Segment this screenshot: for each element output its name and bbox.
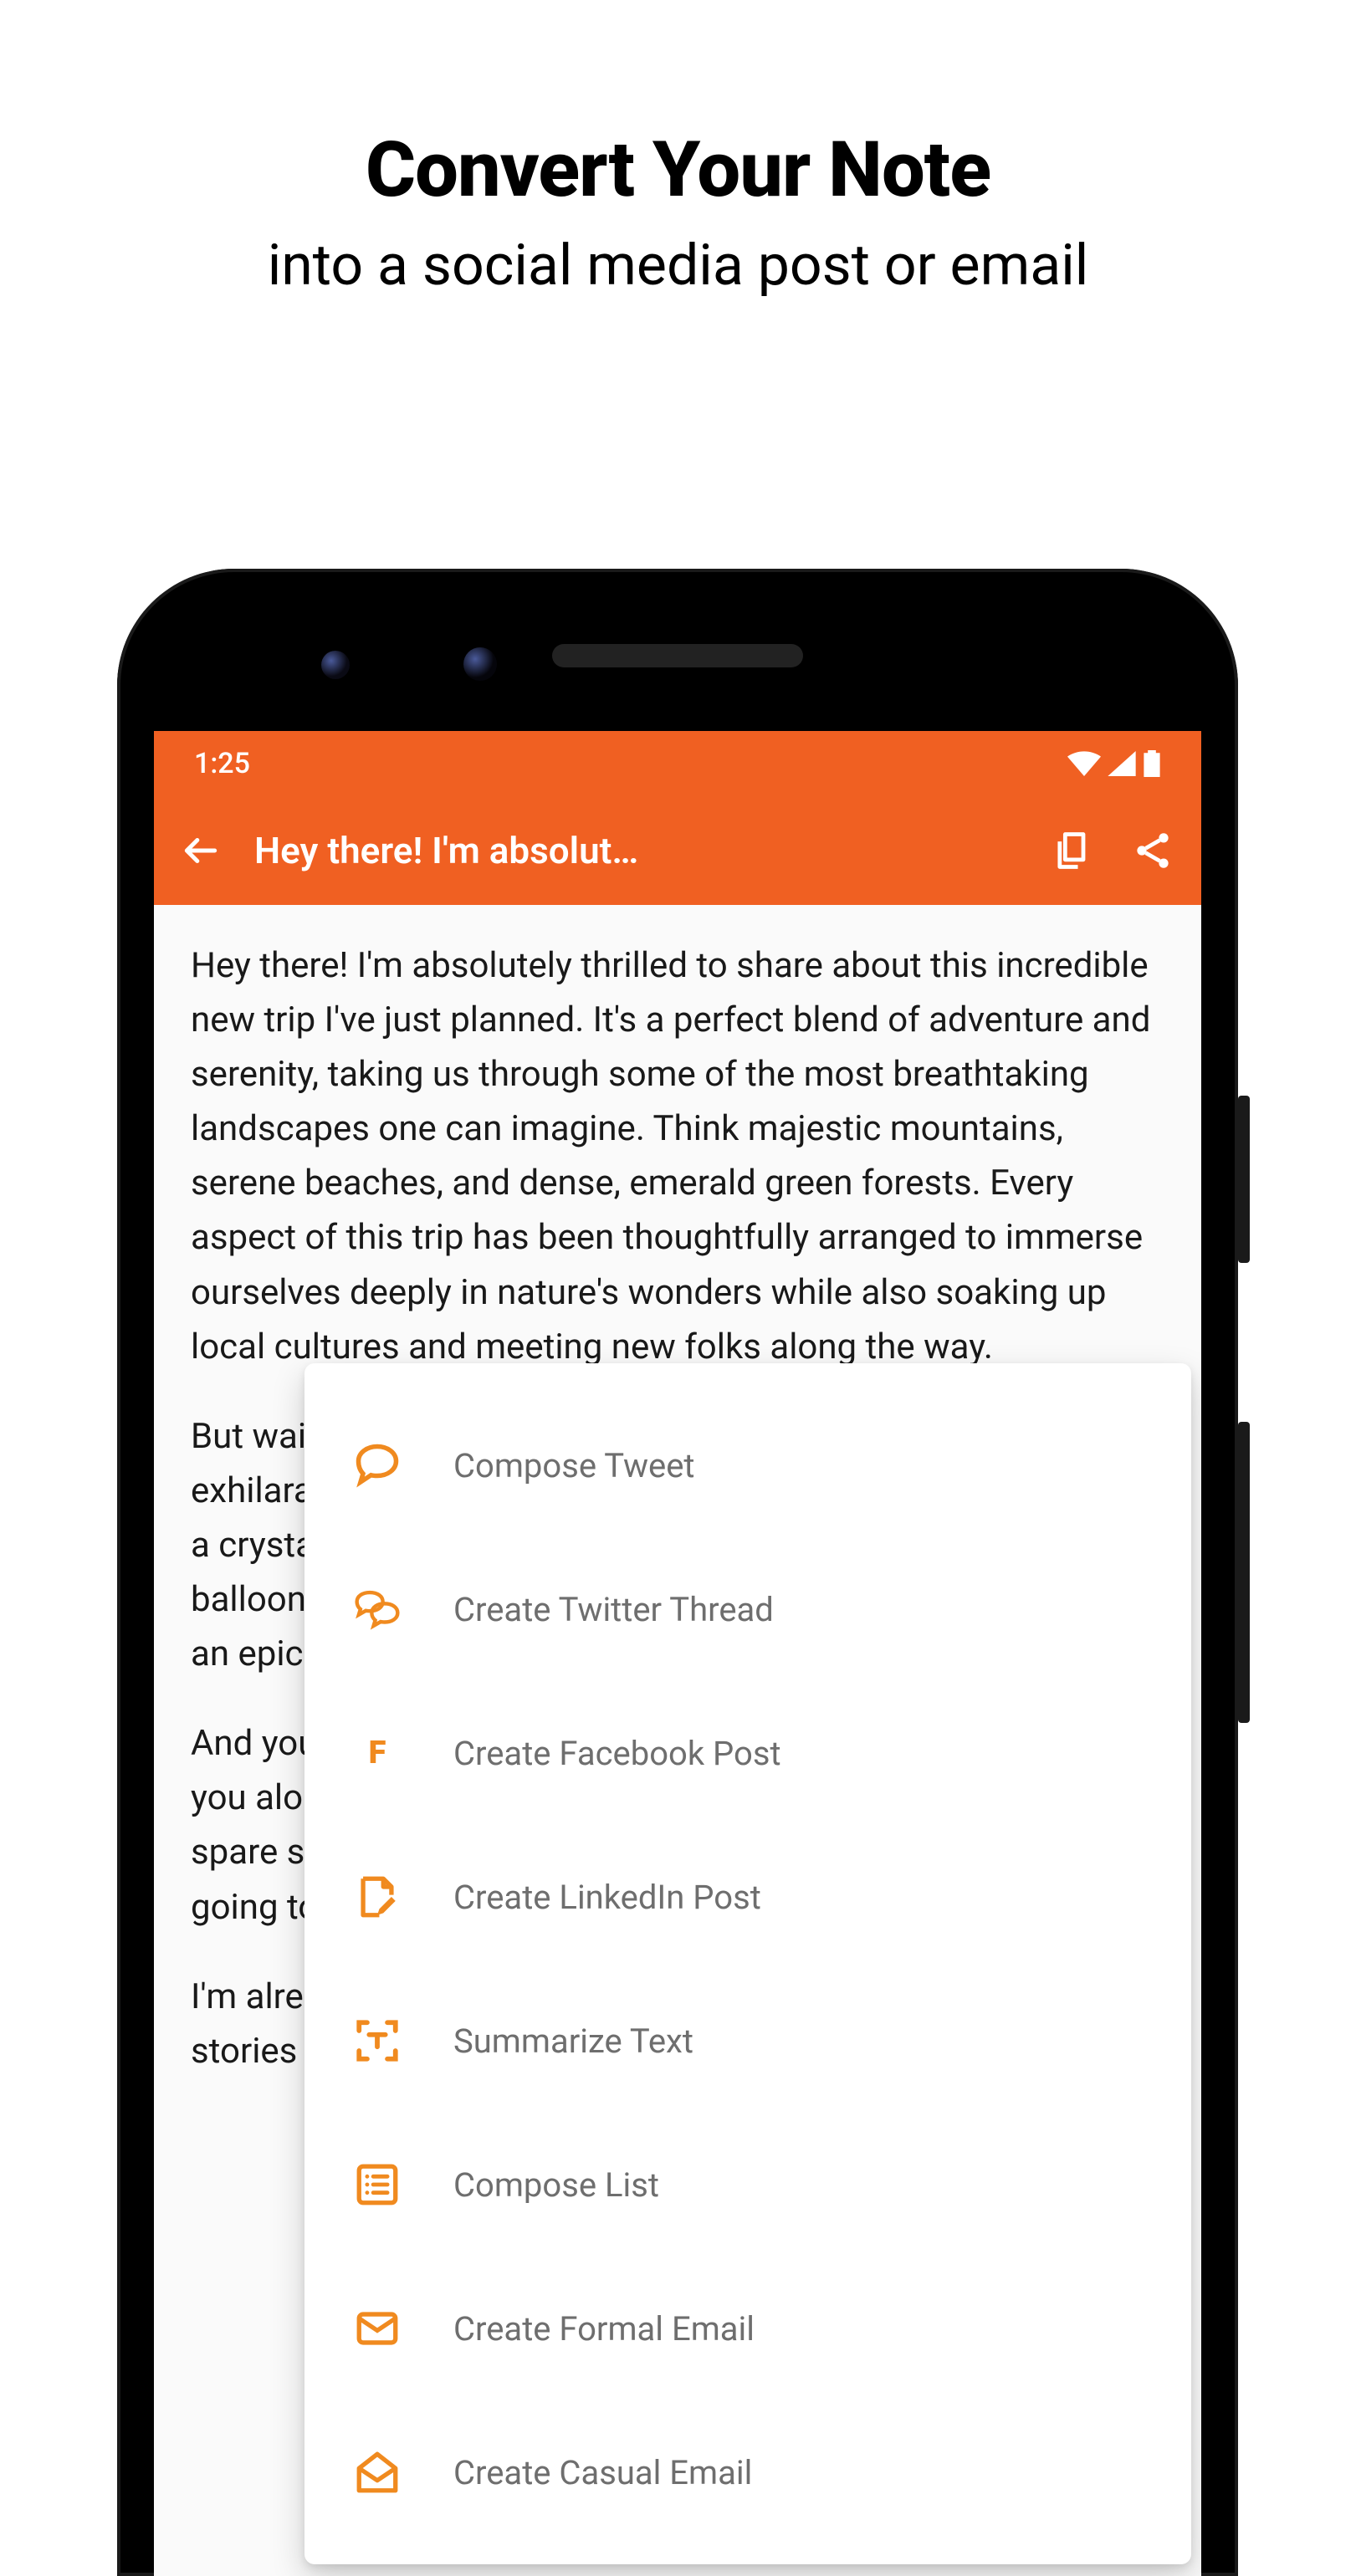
share-icon: [1131, 829, 1174, 872]
app-header: 1:25 Hey there! I'm absolut…: [154, 731, 1201, 905]
menu-item-label: Create Casual Email: [453, 2453, 752, 2492]
copy-icon: [1051, 829, 1094, 872]
envelope-closed-icon: [351, 2303, 403, 2354]
promo-title-reg: into a social media post or email: [0, 232, 1356, 299]
menu-item-label: Summarize Text: [453, 2021, 693, 2061]
text-scan-icon: [351, 2015, 403, 2067]
menu-item-casual-email[interactable]: Create Casual Email: [304, 2400, 1191, 2544]
phone-bezel: 1:25 Hey there! I'm absolut…: [154, 606, 1201, 2576]
menu-item-summarize-text[interactable]: Summarize Text: [304, 1969, 1191, 2113]
letter-f-icon: F: [351, 1727, 403, 1779]
app-bar: Hey there! I'm absolut…: [154, 796, 1201, 905]
phone-camera: [321, 651, 350, 679]
promo-heading: Convert Your Note into a social media po…: [0, 125, 1356, 299]
share-button[interactable]: [1128, 829, 1178, 872]
phone-side-button: [1238, 1096, 1250, 1263]
phone-speaker: [552, 644, 803, 667]
list-box-icon: [351, 2159, 403, 2211]
speech-bubbles-icon: [351, 1583, 403, 1635]
envelope-open-icon: [351, 2446, 403, 2498]
status-icons: [1067, 750, 1161, 777]
promo-title-bold: Convert Your Note: [0, 125, 1356, 215]
phone-camera: [463, 647, 497, 681]
wifi-icon: [1067, 751, 1101, 776]
status-bar: 1:25: [154, 731, 1201, 796]
convert-menu: Compose Tweet Create Twitter Thread F Cr…: [304, 1363, 1191, 2564]
speech-bubble-icon: [351, 1439, 403, 1491]
menu-item-twitter-thread[interactable]: Create Twitter Thread: [304, 1537, 1191, 1681]
menu-item-linkedin-post[interactable]: Create LinkedIn Post: [304, 1825, 1191, 1969]
phone-screen: 1:25 Hey there! I'm absolut…: [154, 731, 1201, 2576]
menu-item-label: Create Facebook Post: [453, 1734, 781, 1773]
copy-button[interactable]: [1047, 829, 1098, 872]
menu-item-compose-tweet[interactable]: Compose Tweet: [304, 1393, 1191, 1537]
back-button[interactable]: [177, 830, 224, 871]
cellular-icon: [1108, 751, 1136, 776]
menu-item-label: Create Twitter Thread: [453, 1590, 774, 1629]
arrow-left-icon: [180, 830, 222, 871]
menu-item-formal-email[interactable]: Create Formal Email: [304, 2257, 1191, 2400]
phone-side-button: [1238, 1422, 1250, 1723]
menu-item-facebook-post[interactable]: F Create Facebook Post: [304, 1681, 1191, 1825]
status-clock: 1:25: [194, 747, 1067, 780]
menu-item-compose-list[interactable]: Compose List: [304, 2113, 1191, 2257]
phone-frame: 1:25 Hey there! I'm absolut…: [117, 569, 1238, 2576]
menu-item-label: Compose List: [453, 2165, 659, 2205]
note-paragraph: Hey there! I'm absolutely thrilled to sh…: [191, 938, 1164, 1374]
battery-icon: [1143, 750, 1161, 777]
menu-item-label: Compose Tweet: [453, 1446, 695, 1485]
note-edit-icon: [351, 1871, 403, 1923]
page-title: Hey there! I'm absolut…: [254, 829, 1017, 872]
menu-item-label: Create Formal Email: [453, 2309, 755, 2349]
menu-item-label: Create LinkedIn Post: [453, 1878, 761, 1917]
